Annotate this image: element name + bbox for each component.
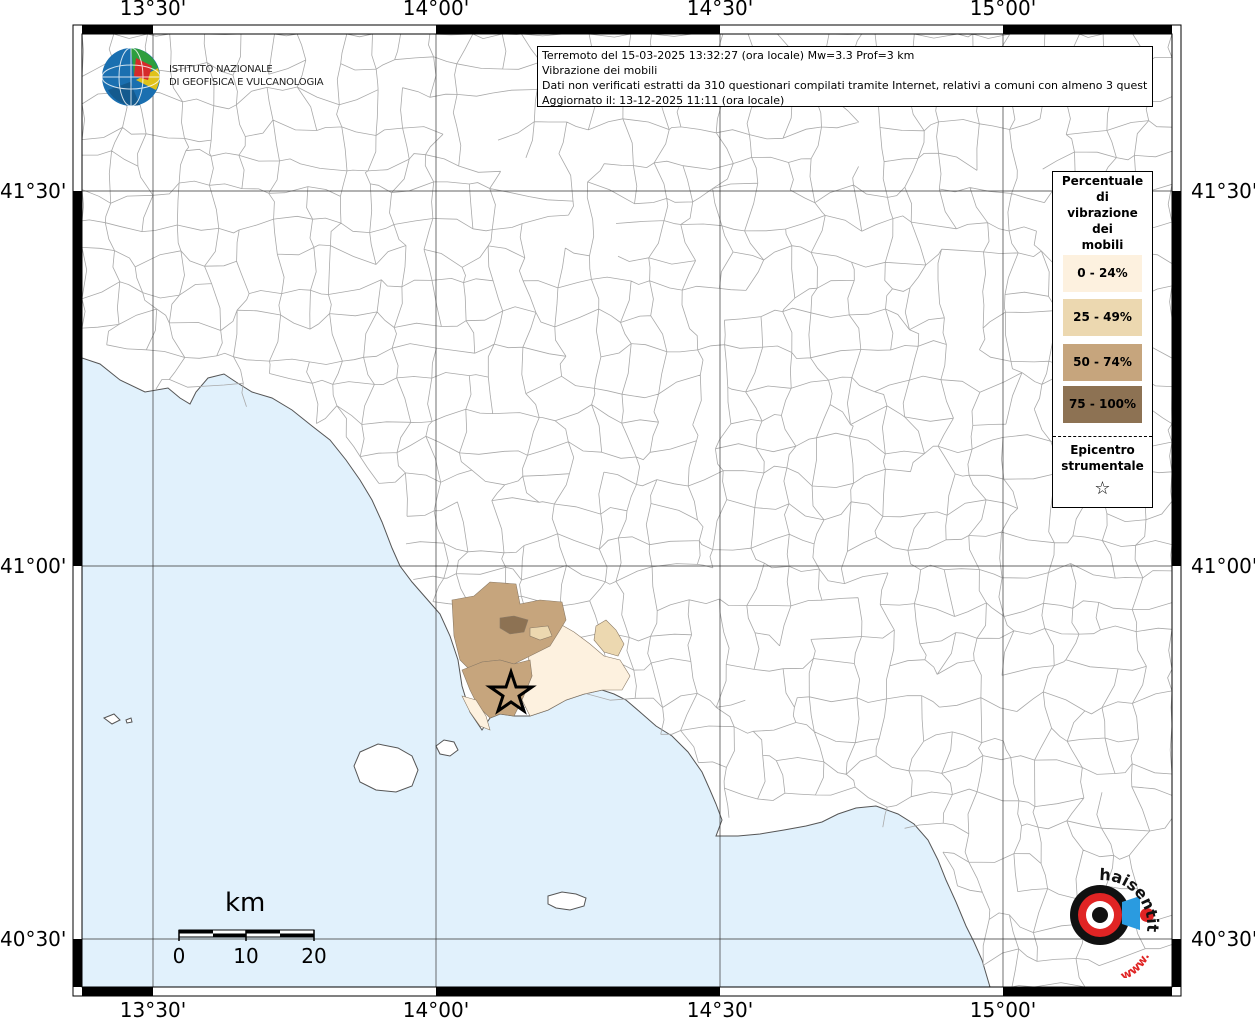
event-info-line-3: Dati non verificati estratti da 310 ques… bbox=[542, 79, 1148, 92]
lon-tick-top-3: 14°30' bbox=[686, 0, 754, 20]
lon-tick-bottom-4: 15°00' bbox=[969, 998, 1037, 1022]
lon-tick-bottom-2: 14°00' bbox=[402, 998, 470, 1022]
lat-tick-left-3: 40°30' bbox=[0, 927, 67, 951]
scale-label-10: 10 bbox=[233, 944, 259, 968]
legend-epicenter-title: Epicentro strumentale bbox=[1061, 443, 1144, 473]
legend-item-75-100: 75 - 100% bbox=[1063, 386, 1142, 423]
lon-tick-bottom-3: 14°30' bbox=[686, 998, 754, 1022]
ingv-name: ISTITUTO NAZIONALE DI GEOFISICA E VULCAN… bbox=[169, 63, 324, 89]
scale-bar: km 0 10 20 bbox=[150, 888, 350, 978]
hsit-www-text: www. bbox=[1118, 950, 1152, 978]
lat-tick-left-2: 41°00' bbox=[0, 554, 67, 578]
haisentito-logo-icon: haisentitoilterremoto.it www. bbox=[1028, 858, 1162, 978]
legend-title-line-2: di bbox=[1096, 190, 1109, 204]
scale-label-0: 0 bbox=[172, 944, 186, 968]
lon-tick-bottom-1: 13°30' bbox=[119, 998, 187, 1022]
legend: Percentuale di vibrazione dei mobili 0 -… bbox=[1052, 171, 1153, 508]
lat-tick-right-2: 41°00' bbox=[1191, 554, 1255, 578]
lat-tick-right-1: 41°30' bbox=[1191, 179, 1255, 203]
legend-item-25-49: 25 - 49% bbox=[1063, 299, 1142, 336]
scale-bar-graphic bbox=[178, 929, 315, 941]
legend-title-line-5: mobili bbox=[1081, 238, 1124, 252]
lat-tick-right-3: 40°30' bbox=[1191, 927, 1255, 951]
lon-tick-top-2: 14°00' bbox=[402, 0, 470, 20]
event-info-line-1: Terremoto del 15-03-2025 13:32:27 (ora l… bbox=[542, 49, 915, 62]
ingv-line-2: DI GEOFISICA E VULCANOLOGIA bbox=[169, 77, 324, 88]
lon-tick-top-4: 15°00' bbox=[969, 0, 1037, 20]
legend-title: Percentuale di vibrazione dei mobili bbox=[1060, 172, 1146, 253]
event-info-line-2: Vibrazione dei mobili bbox=[542, 64, 658, 77]
ingv-line-1: ISTITUTO NAZIONALE bbox=[169, 64, 273, 75]
scale-label-20: 20 bbox=[301, 944, 327, 968]
legend-title-line-4: dei bbox=[1092, 222, 1113, 236]
event-info-box: Terremoto del 15-03-2025 13:32:27 (ora l… bbox=[537, 46, 1153, 107]
legend-title-line-3: vibrazione bbox=[1067, 206, 1138, 220]
lat-tick-left-1: 41°30' bbox=[0, 179, 67, 203]
event-info-line-4: Aggiornato il: 13-12-2025 11:11 (ora loc… bbox=[542, 94, 785, 107]
legend-item-50-74: 50 - 74% bbox=[1063, 344, 1142, 381]
lon-tick-top-1: 13°30' bbox=[119, 0, 187, 20]
legend-star-icon: ☆ bbox=[1094, 478, 1111, 499]
legend-title-line-1: Percentuale bbox=[1061, 174, 1144, 188]
legend-divider bbox=[1053, 436, 1152, 437]
legend-item-0-24: 0 - 24% bbox=[1063, 255, 1142, 292]
